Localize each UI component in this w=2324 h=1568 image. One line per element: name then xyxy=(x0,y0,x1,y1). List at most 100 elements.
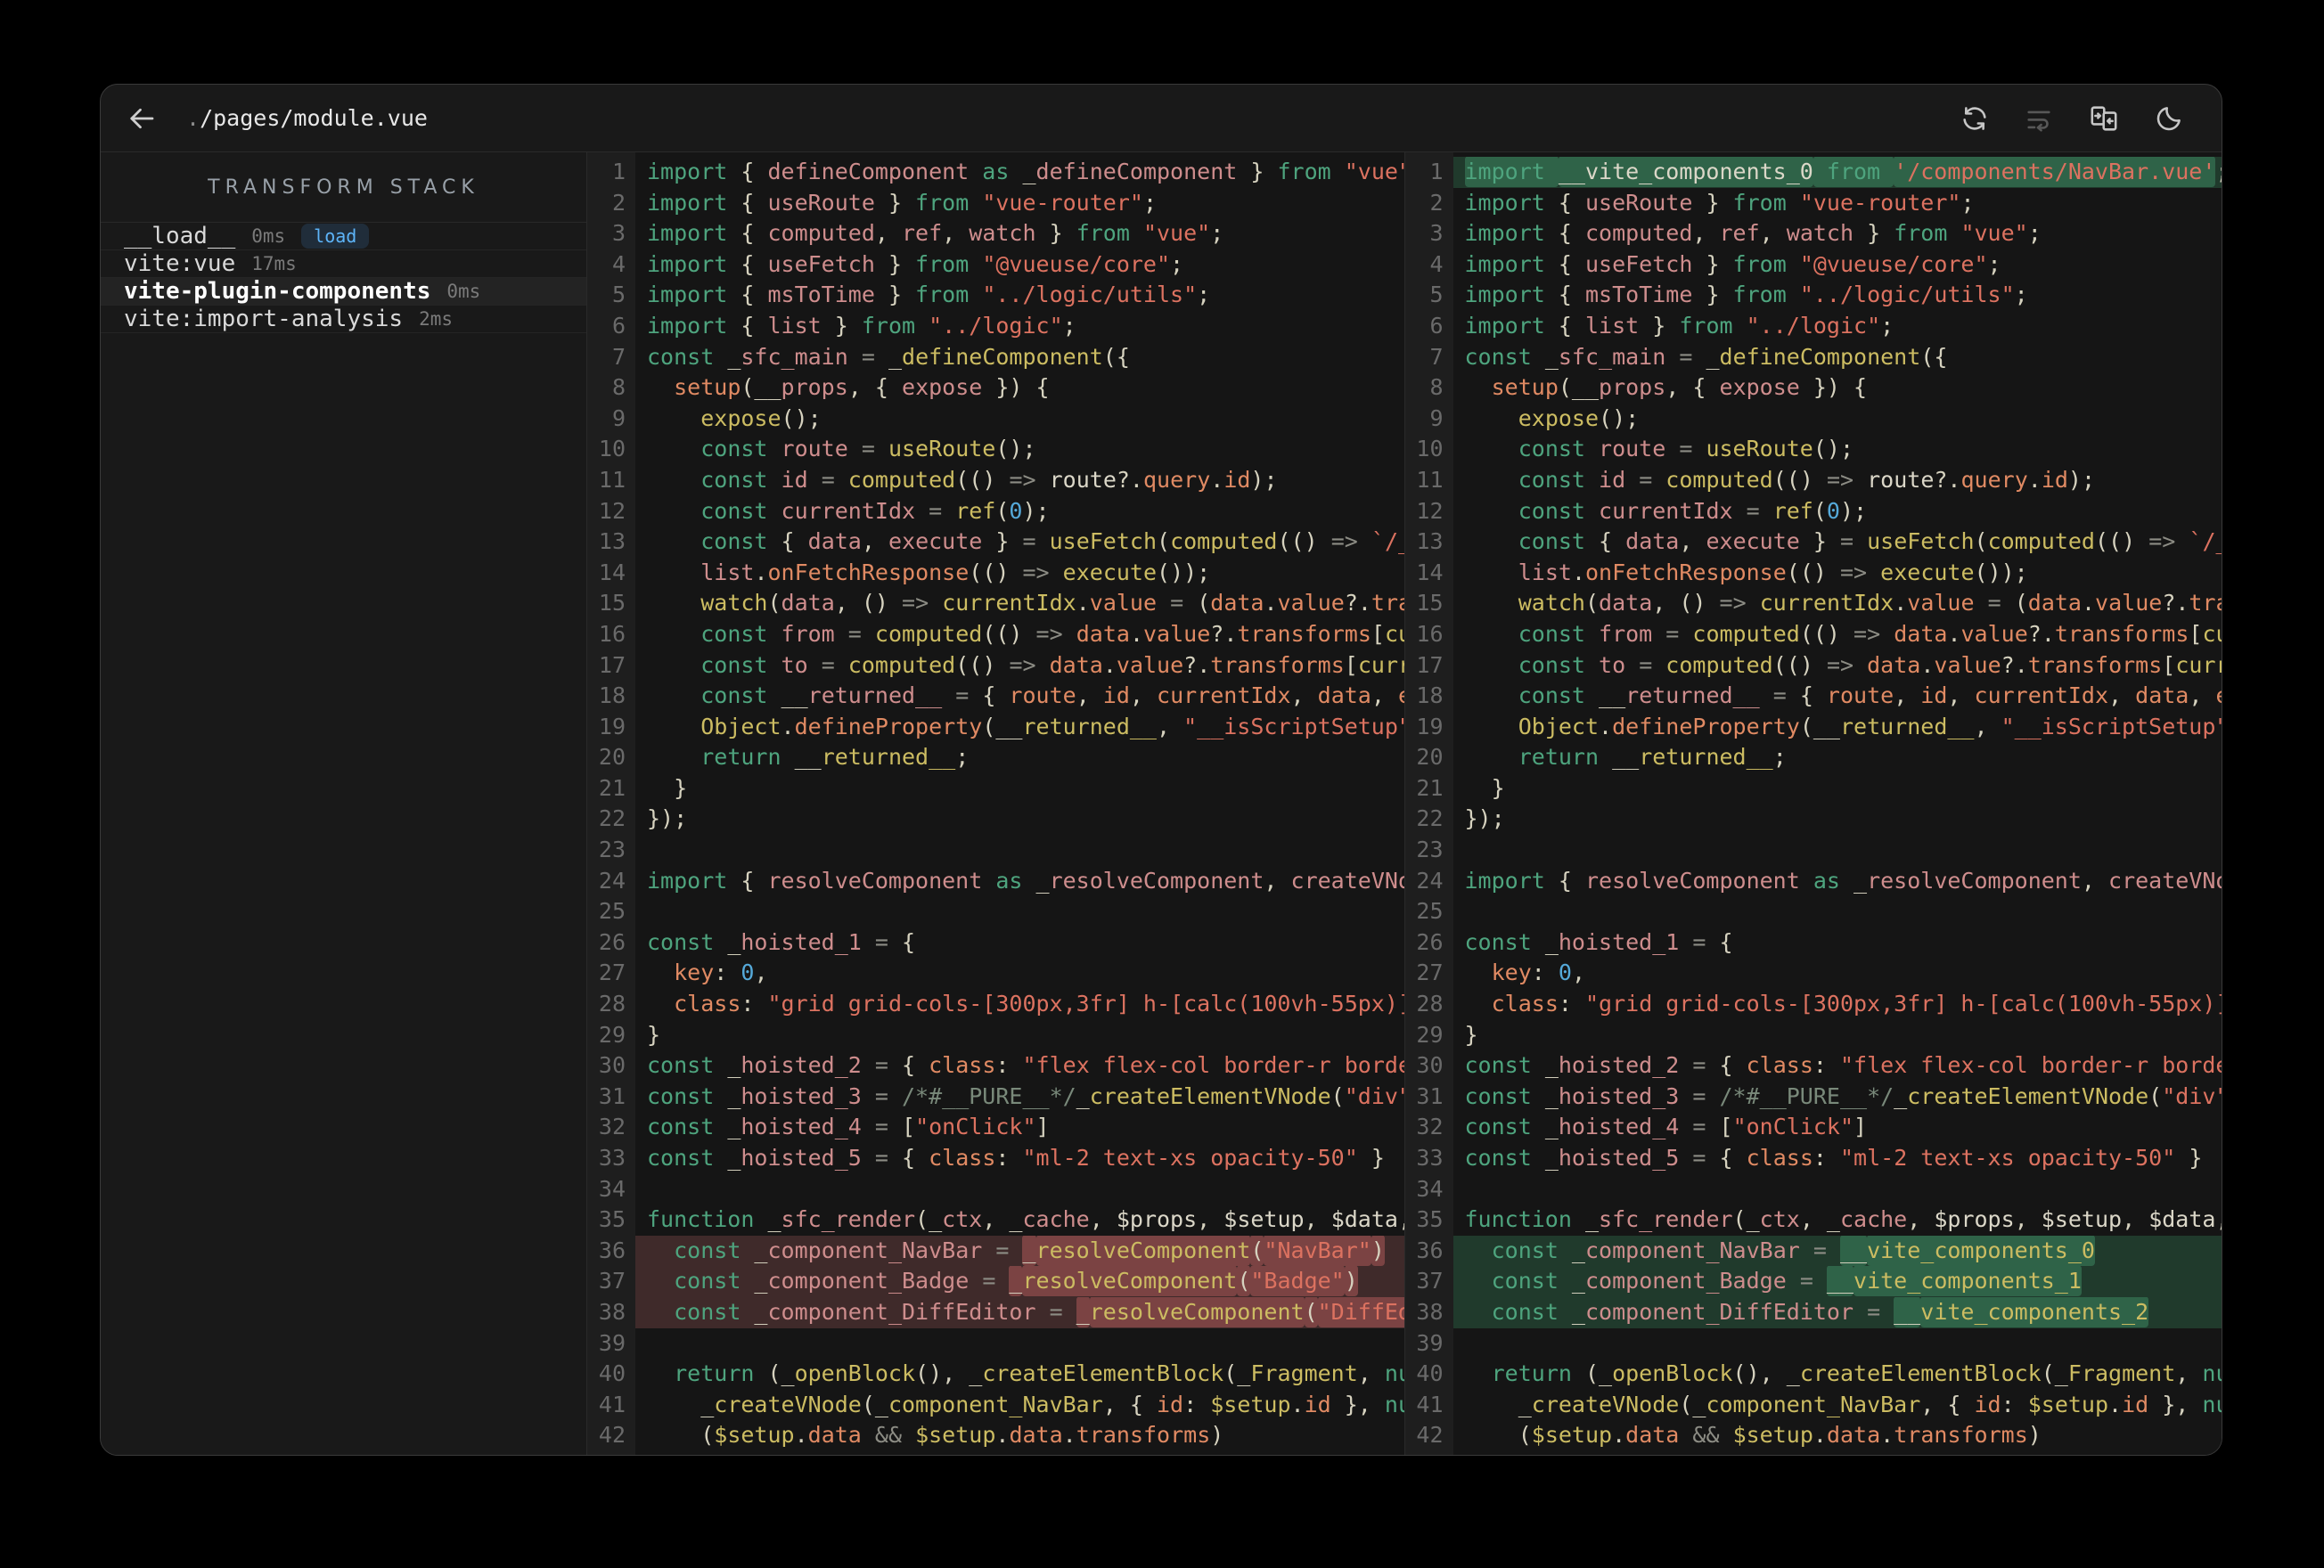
code-line: 41 _createVNode(_component_NavBar, { id:… xyxy=(587,1390,1404,1421)
code-line: 17 const to = computed(() => data.value?… xyxy=(587,650,1404,682)
code-token: : xyxy=(2001,1391,2028,1417)
line-number: 25 xyxy=(598,898,626,925)
code-token: "flex flex-col border-r border-main" xyxy=(1022,1052,1403,1079)
code-token: = xyxy=(942,682,983,709)
code-text: import { msToTime } from "../logic/utils… xyxy=(1453,280,2222,311)
diff-changed-token: '/components/NavBar.vue' xyxy=(1894,157,2216,187)
line-number: 36 xyxy=(1416,1237,1444,1263)
transform-stack-item[interactable]: vite:import-analysis 2ms xyxy=(101,306,586,333)
code-line: 42 ($setup.data && $setup.data.transform… xyxy=(1405,1420,2222,1451)
code-token: msToTime xyxy=(767,282,875,308)
code-line: 13 const { data, execute } = useFetch(co… xyxy=(1405,527,2222,558)
code-token: $setup xyxy=(1531,1422,1613,1449)
code-text: import { list } from "../logic"; xyxy=(635,311,1404,342)
diff-changed-token: _ xyxy=(1022,1235,1036,1266)
code-text: class: "grid grid-cols-[300px,3fr] h-[ca… xyxy=(1453,989,2222,1020)
code-text: Object.defineProperty(__returned__, "__i… xyxy=(1453,712,2222,743)
code-panel-before[interactable]: 1 import { defineComponent as _defineComp… xyxy=(587,152,1404,1455)
code-token: _ xyxy=(727,1082,741,1109)
transform-stack-item[interactable]: vite-plugin-components 0ms xyxy=(101,278,586,306)
code-token: , xyxy=(1571,960,1585,986)
code-token: computed xyxy=(1692,620,1800,647)
code-token: component_Badge xyxy=(767,1268,970,1294)
code-token: const xyxy=(700,620,781,647)
diff-changed-token: from xyxy=(1813,157,1894,187)
code-token: hoisted_1 xyxy=(1558,928,1680,955)
code-token: key xyxy=(674,960,715,986)
line-number: 39 xyxy=(1416,1329,1444,1356)
code-token: (_ xyxy=(1679,1391,1706,1417)
code-line: 29} xyxy=(1405,1020,2222,1051)
code-token: currentIdx xyxy=(1384,620,1404,647)
code-token: Object xyxy=(700,713,781,739)
code-token: from xyxy=(1076,220,1143,247)
code-token: returned__ xyxy=(807,682,943,709)
code-token: from xyxy=(1732,250,1800,277)
code-token: import xyxy=(1464,189,1559,216)
code-token: Object xyxy=(1518,713,1600,739)
code-token: transforms xyxy=(2027,651,2163,678)
code-token: } xyxy=(821,312,862,339)
code-token: ref xyxy=(955,497,996,524)
code-panel-after[interactable]: 1 import __vite_components_0 from '/compo… xyxy=(1403,152,2222,1455)
code-token: ; xyxy=(2215,159,2222,184)
line-wrap-button[interactable] xyxy=(2024,103,2054,134)
code-token: data xyxy=(2135,682,2189,709)
diff-view-button[interactable] xyxy=(2088,102,2120,135)
code-line: 30 const _hoisted_2 = { class: "flex flex… xyxy=(587,1050,1404,1082)
code-token: ctx xyxy=(942,1206,983,1233)
code-text: const __returned__ = { route, id, curren… xyxy=(1453,681,2222,712)
line-number: 31 xyxy=(598,1082,626,1109)
code-token: component_DiffEditor xyxy=(767,1298,1036,1325)
code-text: const { data, execute } = useFetch(compu… xyxy=(1453,527,2222,558)
code-token: route xyxy=(1009,682,1076,709)
refresh-button[interactable] xyxy=(1960,103,1990,134)
theme-toggle-button[interactable] xyxy=(2154,103,2184,134)
line-number: 40 xyxy=(598,1360,626,1387)
code-token: ; xyxy=(1197,282,1211,308)
code-text: const route = useRoute(); xyxy=(635,434,1404,465)
code-line: 31 const _hoisted_3 = /*#__PURE__*/_creat… xyxy=(587,1082,1404,1113)
code-token: class xyxy=(674,991,741,1017)
code-line: 12 const currentIdx = ref(0); xyxy=(587,496,1404,527)
code-token: { xyxy=(1558,250,1585,277)
code-token: } xyxy=(2175,1145,2203,1171)
code-token: { xyxy=(1558,189,1585,216)
code-token: _ xyxy=(1544,928,1559,955)
code-token: createVNode xyxy=(2108,867,2222,894)
main-content: TRANSFORM STACK __load__ 0ms load vite:vue 1… xyxy=(101,152,2222,1455)
transform-stack-item[interactable]: vite:vue 17ms xyxy=(101,250,586,278)
code-token: , _ xyxy=(982,1206,1023,1233)
code-token: ; xyxy=(1772,744,1787,771)
code-token: null xyxy=(1384,1360,1404,1387)
code-token: } xyxy=(1692,189,1733,216)
code-token: = xyxy=(1853,1298,1894,1325)
code-token: route xyxy=(1867,466,1935,493)
back-button[interactable] xyxy=(126,102,158,135)
code-text: const from = computed(() => data.value?.… xyxy=(635,619,1404,650)
code-token: ( xyxy=(1584,590,1600,617)
line-number: 29 xyxy=(598,1021,626,1048)
code-text: watch(data, () => currentIdx.value = (da… xyxy=(1453,588,2222,619)
code-token: { xyxy=(741,867,768,894)
line-number: 28 xyxy=(1416,991,1444,1017)
transform-stack-item[interactable]: __load__ 0ms load xyxy=(101,223,586,250)
code-token: , { xyxy=(1665,374,1720,401)
code-token: ( xyxy=(2148,1082,2163,1109)
code-token: }); xyxy=(647,805,688,832)
code-token: list xyxy=(767,312,822,339)
code-token: _ xyxy=(767,1206,781,1233)
diff-changed-token: resolveComponent xyxy=(1022,1266,1238,1297)
code-token: useFetch xyxy=(1584,250,1693,277)
code-token: currentIdx xyxy=(781,497,916,524)
code-token: , xyxy=(1974,713,2001,739)
line-number: 19 xyxy=(598,713,626,739)
code-token: = xyxy=(861,1114,902,1140)
